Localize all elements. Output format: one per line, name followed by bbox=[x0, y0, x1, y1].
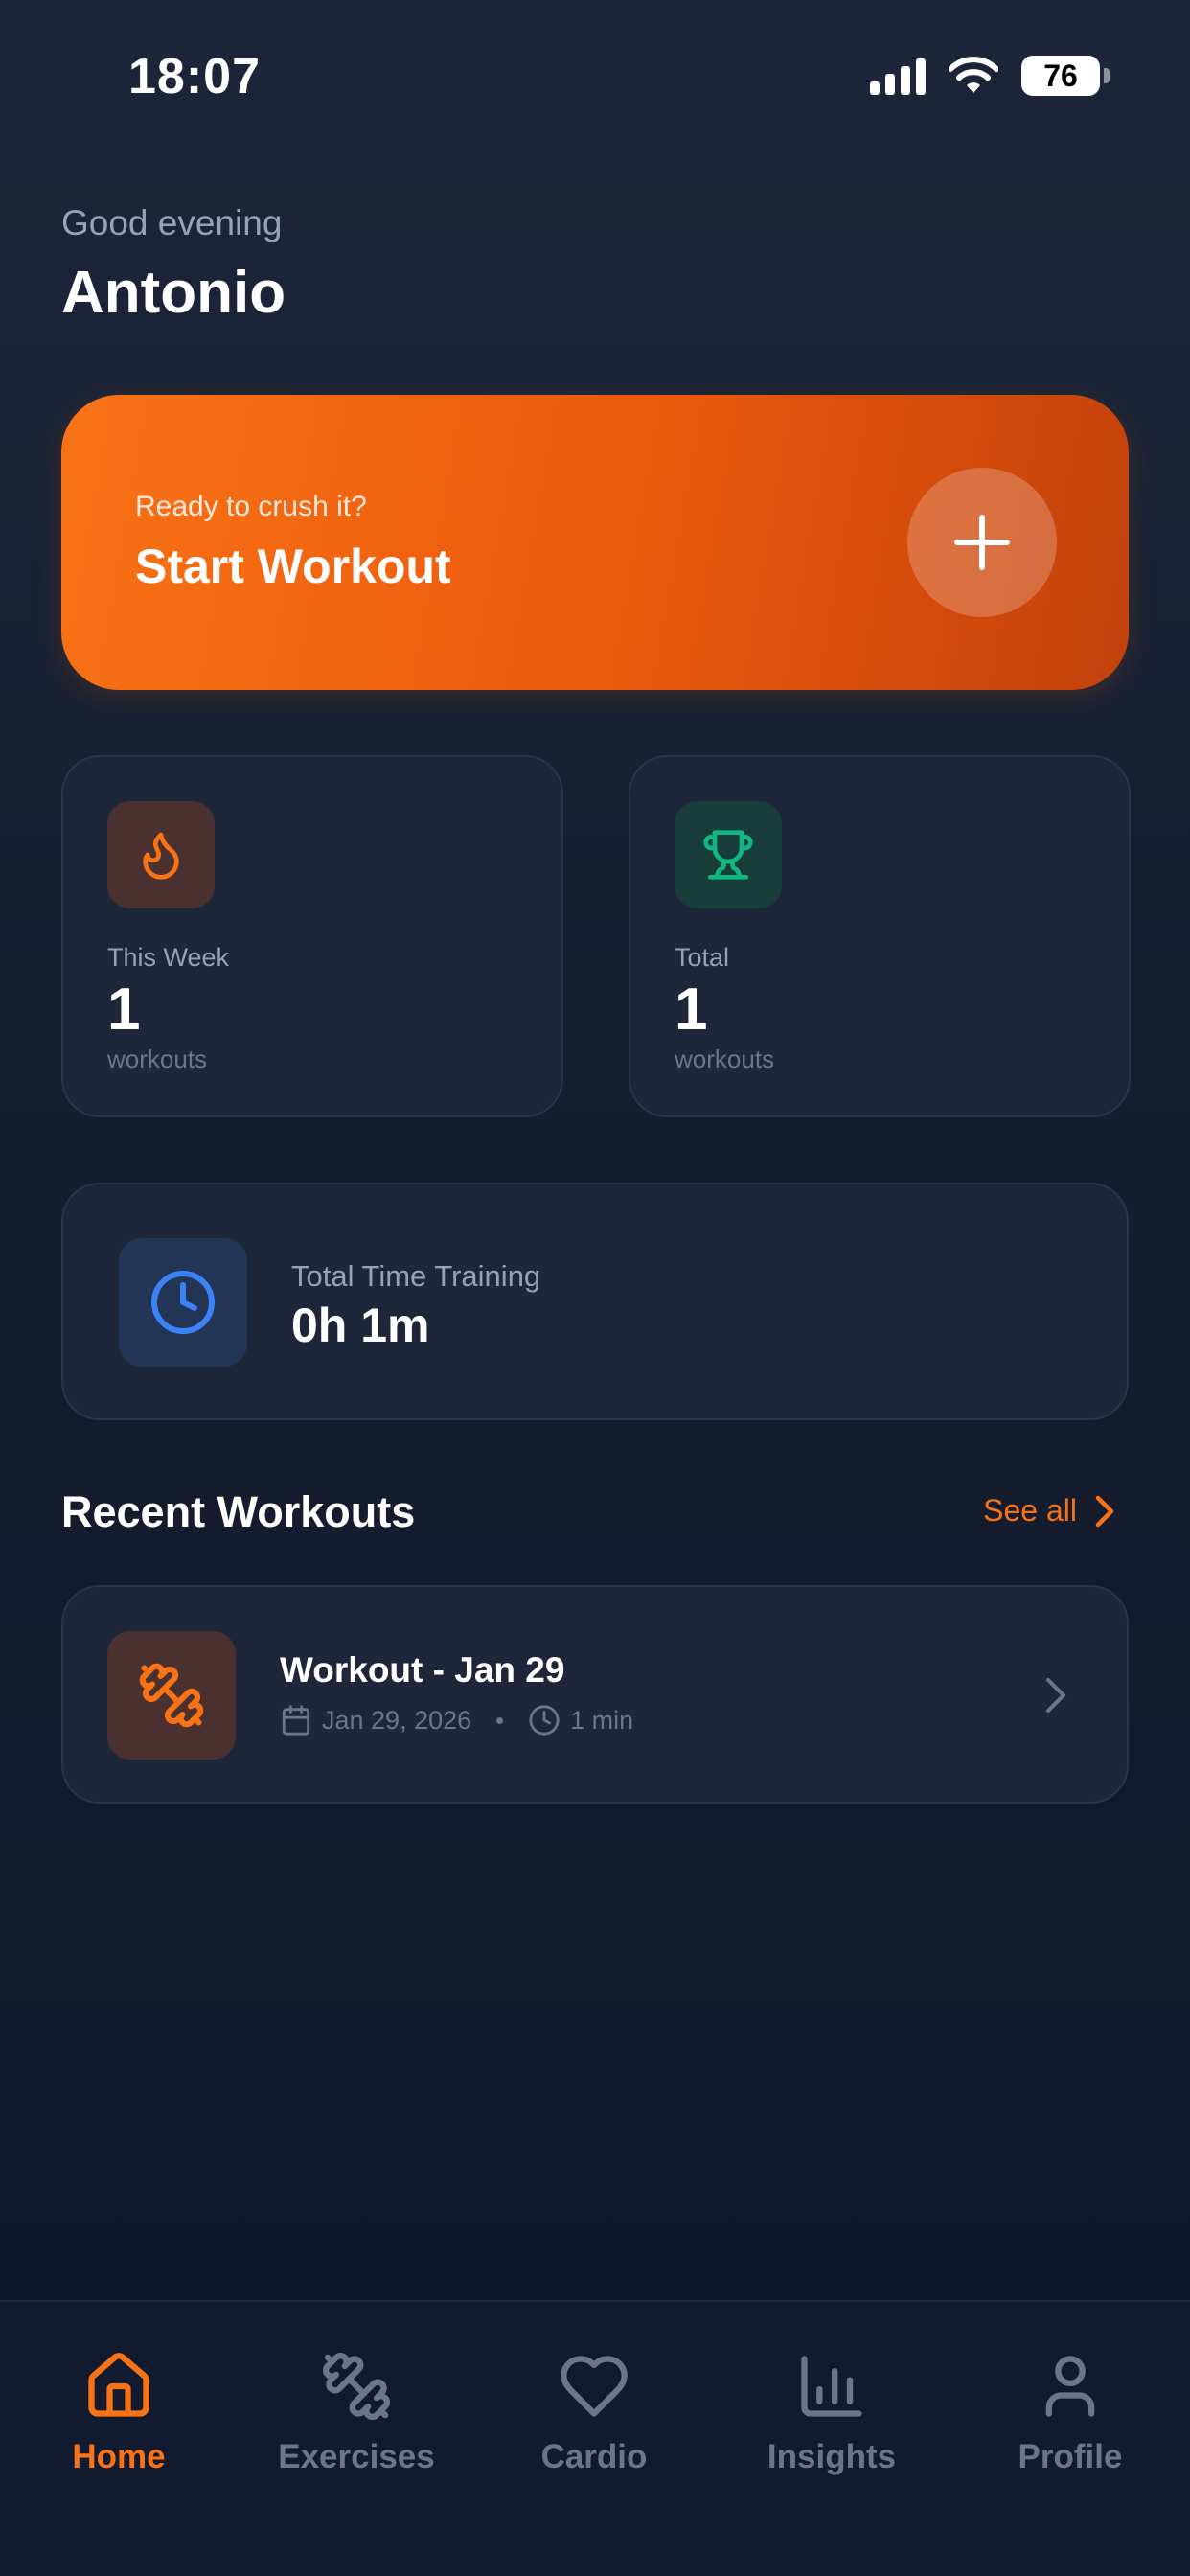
dumbbell-icon-container bbox=[107, 1631, 236, 1760]
workout-meta: Jan 29, 2026 1 min bbox=[280, 1704, 633, 1736]
stat-label: Total bbox=[675, 943, 730, 972]
recent-workouts-title: Recent Workouts bbox=[61, 1487, 416, 1536]
home-icon bbox=[88, 2353, 149, 2417]
start-workout-title: Start Workout bbox=[135, 540, 451, 593]
chevron-right-icon bbox=[1046, 1678, 1065, 1713]
user-name: Antonio bbox=[61, 260, 286, 326]
workout-list-item[interactable]: Workout - Jan 29 Jan 29, 2026 1 min bbox=[61, 1585, 1129, 1804]
nav-label: Profile bbox=[1018, 2438, 1123, 2475]
time-training-card: Total Time Training 0h 1m bbox=[61, 1183, 1129, 1420]
trophy-icon-container bbox=[675, 801, 782, 908]
fire-icon bbox=[143, 832, 179, 880]
start-workout-subtitle: Ready to crush it? bbox=[135, 491, 367, 522]
nav-label: Insights bbox=[767, 2438, 897, 2475]
clock-icon-container bbox=[119, 1238, 247, 1367]
see-all-link[interactable]: See all bbox=[983, 1493, 1117, 1529]
status-time: 18:07 bbox=[128, 49, 261, 104]
nav-item-cardio[interactable]: Cardio bbox=[475, 2350, 713, 2476]
battery-icon: 76 bbox=[1021, 56, 1110, 96]
greeting-text: Good evening bbox=[61, 203, 283, 242]
person-icon bbox=[1045, 2356, 1095, 2417]
battery-level: 76 bbox=[1021, 56, 1100, 96]
workout-duration: 1 min bbox=[570, 1705, 634, 1735]
signal-icon bbox=[870, 57, 926, 95]
see-all-label: See all bbox=[983, 1493, 1077, 1528]
time-training-label: Total Time Training bbox=[291, 1259, 541, 1293]
nav-label: Exercises bbox=[278, 2438, 435, 2475]
bar-chart-icon bbox=[801, 2356, 862, 2417]
fire-icon-container bbox=[107, 801, 215, 908]
clock-icon bbox=[529, 1705, 560, 1736]
chevron-right-icon bbox=[1095, 1495, 1114, 1527]
plus-icon bbox=[954, 515, 1010, 570]
stat-value: 1 bbox=[675, 977, 708, 1043]
start-workout-card[interactable]: Ready to crush it? Start Workout bbox=[61, 395, 1129, 690]
stat-unit: workouts bbox=[107, 1045, 208, 1073]
status-icons: 76 bbox=[870, 56, 1110, 96]
time-training-value: 0h 1m bbox=[291, 1299, 430, 1352]
nav-label: Cardio bbox=[540, 2438, 648, 2475]
stat-label: This Week bbox=[107, 943, 230, 972]
stat-value: 1 bbox=[107, 977, 141, 1043]
calendar-icon bbox=[282, 1705, 310, 1736]
trophy-icon bbox=[703, 830, 753, 880]
nav-item-exercises[interactable]: Exercises bbox=[238, 2350, 475, 2476]
start-workout-button[interactable] bbox=[907, 468, 1057, 617]
nav-item-home[interactable]: Home bbox=[0, 2350, 238, 2476]
bottom-nav: Home Exercises Cardio Insights Profile bbox=[0, 2300, 1190, 2576]
workout-date: Jan 29, 2026 bbox=[322, 1705, 472, 1735]
stat-card-total: Total 1 workouts bbox=[629, 755, 1131, 1117]
stat-card-this-week: This Week 1 workouts bbox=[61, 755, 563, 1117]
clock-icon bbox=[151, 1271, 215, 1334]
nav-item-profile[interactable]: Profile bbox=[950, 2350, 1190, 2476]
dumbbell-icon bbox=[323, 2353, 390, 2420]
meta-separator bbox=[496, 1716, 504, 1724]
nav-item-insights[interactable]: Insights bbox=[713, 2350, 950, 2476]
nav-label: Home bbox=[72, 2438, 166, 2475]
dumbbell-icon bbox=[139, 1663, 204, 1728]
wifi-icon bbox=[949, 57, 998, 93]
status-bar: 18:07 76 bbox=[0, 0, 1190, 153]
heart-icon bbox=[561, 2356, 628, 2417]
stat-unit: workouts bbox=[675, 1045, 775, 1073]
workout-name: Workout - Jan 29 bbox=[280, 1650, 565, 1690]
